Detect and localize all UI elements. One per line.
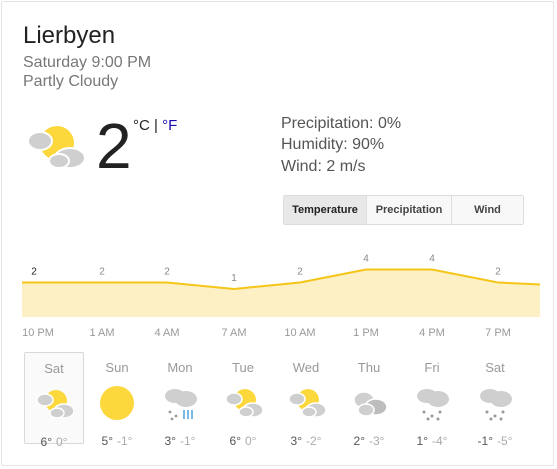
high-temp: 1° — [416, 434, 428, 448]
day-name: Sun — [105, 360, 129, 375]
day-temps: 3° -1° — [150, 434, 210, 448]
forecast-day[interactable]: Sun 5° -1° — [87, 352, 147, 448]
tab-precipitation[interactable]: Precipitation — [366, 196, 451, 224]
unit-toggle: °C | °F — [133, 117, 177, 134]
day-temps: 2° -3° — [339, 434, 399, 448]
data-label: 1 — [231, 273, 237, 284]
partly-cloudy-icon — [36, 390, 75, 419]
hour-label: 1 AM — [89, 327, 115, 339]
day-temps: 6° 0° — [25, 435, 83, 449]
day-temps: 1° -4° — [402, 434, 462, 448]
unit-fahrenheit-link[interactable]: °F — [162, 117, 177, 134]
rain-snow-icon — [165, 389, 197, 421]
data-label: 4 — [429, 254, 435, 265]
tab-wind[interactable]: Wind — [451, 196, 523, 224]
unit-separator: | — [149, 117, 163, 134]
day-temps: 3° -2° — [276, 434, 336, 448]
day-temps: 6° 0° — [213, 434, 273, 448]
wind-info: Wind: 2 m/s — [281, 158, 366, 175]
high-temp: 2° — [353, 434, 365, 448]
forecast-day[interactable]: Mon 3° -1° — [150, 352, 210, 448]
weather-card: Lierbyen Saturday 9:00 PM Partly Cloudy … — [1, 1, 554, 466]
high-temp: 3° — [290, 434, 302, 448]
data-label: 2 — [99, 267, 105, 278]
low-temp: 0° — [56, 435, 68, 449]
cloudy-icon — [353, 391, 388, 417]
forecast-day[interactable]: Sat 6° 0° — [24, 352, 84, 449]
data-label: 2 — [297, 267, 303, 278]
forecast-day[interactable]: Thu 2° -3° — [339, 352, 399, 448]
day-name: Wed — [292, 360, 320, 375]
snow-icon — [480, 389, 512, 421]
forecast-day[interactable]: Fri 1° -4° — [402, 352, 462, 448]
hour-label: 1 PM — [353, 327, 379, 339]
datetime: Saturday 9:00 PM — [23, 54, 152, 71]
forecast-day[interactable]: Sat -1° -5° — [465, 352, 525, 448]
unit-celsius[interactable]: °C — [133, 117, 150, 134]
day-name: Tue — [232, 360, 254, 375]
tab-temperature[interactable]: Temperature — [284, 196, 366, 224]
hour-label: 7 AM — [221, 327, 247, 339]
low-temp: -2° — [306, 434, 322, 448]
low-temp: -4° — [432, 434, 448, 448]
day-name: Mon — [167, 360, 193, 375]
high-temp: 5° — [101, 434, 113, 448]
high-temp: 3° — [164, 434, 176, 448]
snow-icon — [417, 389, 449, 421]
hour-label: 4 AM — [154, 327, 180, 339]
hour-label: 10 AM — [284, 327, 316, 339]
current-temperature: 2 — [96, 110, 132, 182]
data-label: 4 — [363, 254, 369, 265]
low-temp: -1° — [117, 434, 133, 448]
day-name: Fri — [424, 360, 440, 375]
temperature-chart: 2 2 2 1 2 4 4 2 — [22, 254, 540, 317]
partly-cloudy-icon — [27, 126, 86, 169]
day-temps: 5° -1° — [87, 434, 147, 448]
forecast-day[interactable]: Tue 6° 0° — [213, 352, 273, 448]
hour-label: 4 PM — [419, 327, 445, 339]
high-temp: 6° — [40, 435, 52, 449]
partly-cloudy-icon — [288, 389, 327, 418]
forecast-day[interactable]: Wed 3° -2° — [276, 352, 336, 448]
sunny-icon — [100, 386, 134, 420]
data-label: 2 — [495, 267, 501, 278]
hour-label: 10 PM — [22, 327, 54, 339]
high-temp: -1° — [477, 434, 493, 448]
day-name: Sat — [485, 360, 505, 375]
precipitation-info: Precipitation: 0% — [281, 115, 402, 132]
data-label: 2 — [31, 267, 37, 278]
location-title: Lierbyen — [23, 22, 116, 49]
hour-label: 7 PM — [485, 327, 511, 339]
high-temp: 6° — [229, 434, 241, 448]
low-temp: -3° — [369, 434, 385, 448]
day-name: Sat — [44, 361, 64, 376]
data-label: 2 — [164, 267, 170, 278]
humidity-info: Humidity: 90% — [281, 136, 385, 153]
chart-tabs: Temperature Precipitation Wind — [283, 195, 524, 225]
condition: Partly Cloudy — [23, 73, 119, 90]
day-name: Thu — [357, 360, 381, 375]
day-temps: -1° -5° — [465, 434, 525, 448]
low-temp: -5° — [497, 434, 513, 448]
low-temp: 0° — [245, 434, 257, 448]
partly-cloudy-icon — [225, 389, 264, 418]
low-temp: -1° — [180, 434, 196, 448]
